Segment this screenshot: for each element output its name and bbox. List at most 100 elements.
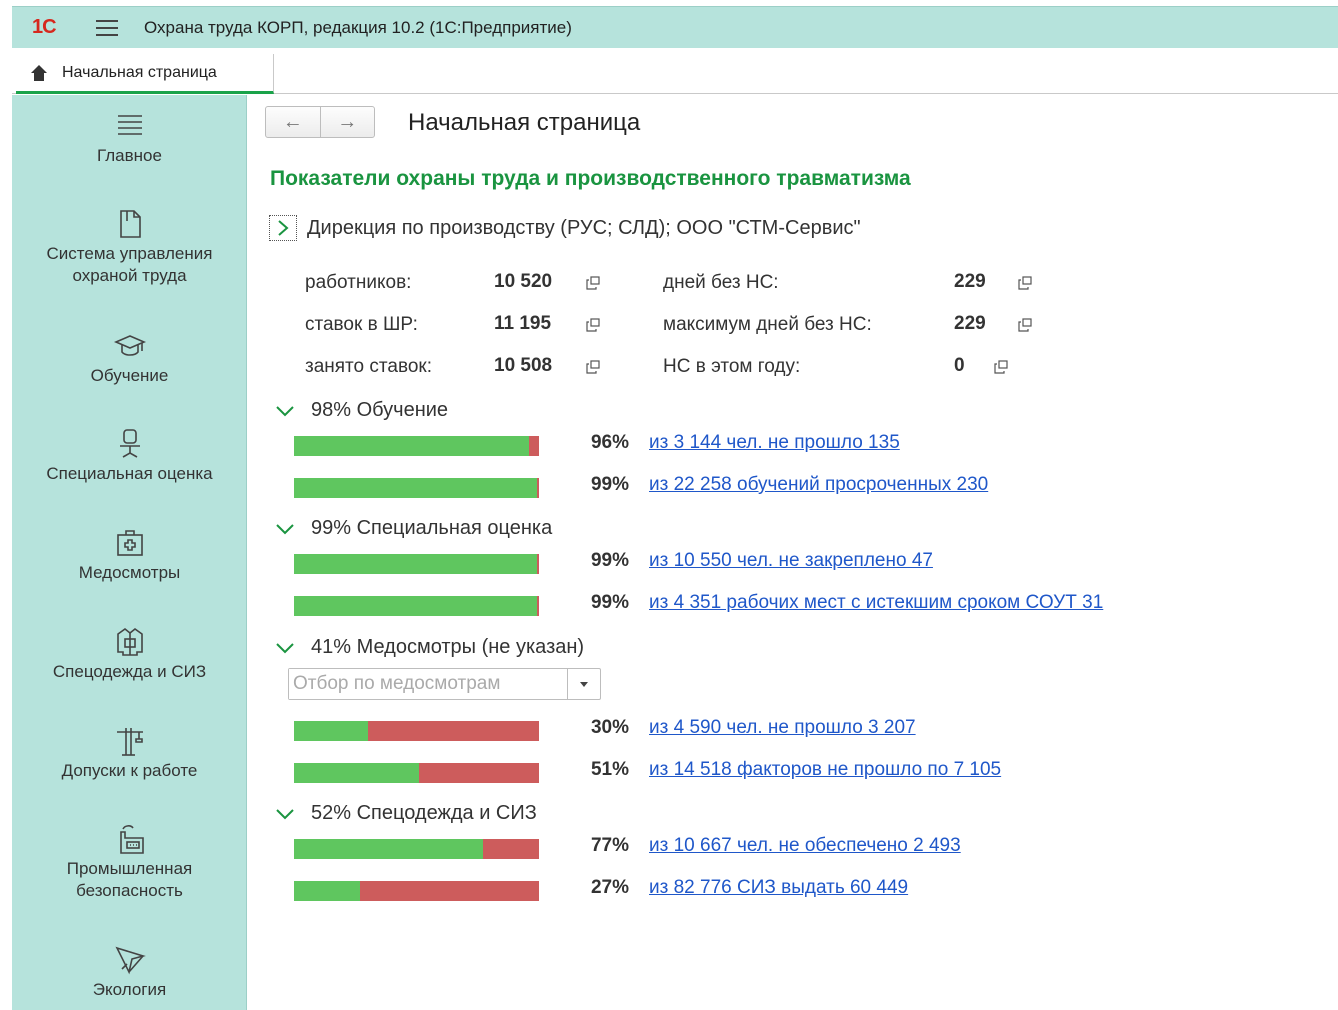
workwear-jacket-icon bbox=[116, 627, 143, 656]
open-link-icon[interactable] bbox=[585, 275, 601, 291]
sidebar-item-label: Главное bbox=[97, 146, 162, 165]
progress-bar bbox=[294, 839, 539, 859]
percent-value: 27% bbox=[590, 877, 629, 898]
group-title: 99% Специальная оценка bbox=[311, 517, 553, 539]
home-icon bbox=[30, 64, 48, 81]
progress-bar bbox=[294, 554, 539, 574]
sidebar-item-main[interactable]: Главное bbox=[12, 109, 247, 167]
progress-fill bbox=[294, 881, 361, 901]
open-link-icon[interactable] bbox=[1017, 317, 1033, 333]
sidebar-item-ohs-system[interactable]: Система управления охраной труда bbox=[12, 207, 247, 287]
indicator-link[interactable]: из 4 590 чел. не прошло 3 207 bbox=[649, 717, 916, 739]
indicator-link[interactable]: из 10 550 чел. не закреплено 47 bbox=[649, 550, 933, 572]
indicator-link[interactable]: из 14 518 факторов не прошло по 7 105 bbox=[649, 759, 1001, 781]
history-nav: ← → bbox=[265, 106, 375, 138]
crane-icon bbox=[116, 728, 143, 756]
sidebar-item-label: Промышленная безопасность bbox=[66, 859, 193, 900]
chevron-down-icon bbox=[276, 808, 294, 819]
sidebar-item-special-assessment[interactable]: Специальная оценка bbox=[12, 427, 247, 485]
app-logo: 1С bbox=[32, 16, 57, 38]
percent-value: 51% bbox=[590, 759, 629, 780]
main-content: ← → Начальная страница Показатели охраны… bbox=[247, 95, 1338, 1010]
chevron-right-icon[interactable] bbox=[269, 215, 297, 241]
sidebar-item-workwear[interactable]: Спецодежда и СИЗ bbox=[12, 625, 247, 683]
indicator-link[interactable]: из 22 258 обучений просроченных 230 bbox=[649, 474, 988, 496]
title-bar: 1С Охрана труда КОРП, редакция 10.2 (1С:… bbox=[12, 6, 1338, 48]
percent-value: 99% bbox=[590, 474, 629, 495]
open-link-icon[interactable] bbox=[585, 359, 601, 375]
percent-value: 99% bbox=[590, 550, 629, 571]
arrow-left-icon: ← bbox=[282, 110, 303, 133]
chevron-down-icon bbox=[276, 642, 294, 653]
open-link-icon[interactable] bbox=[1017, 275, 1033, 291]
section-title: Показатели охраны труда и производственн… bbox=[270, 167, 911, 190]
open-link-icon[interactable] bbox=[993, 359, 1009, 375]
stat-value-staff-units: 11 195 bbox=[494, 313, 552, 334]
sidebar-item-label: Допуски к работе bbox=[61, 761, 198, 780]
chevron-down-icon bbox=[276, 405, 294, 416]
document-icon bbox=[119, 210, 141, 238]
medical-filter-select[interactable] bbox=[288, 668, 601, 700]
sidebar-item-label: Спецодежда и СИЗ bbox=[52, 662, 207, 681]
stat-value-employees: 10 520 bbox=[494, 271, 553, 292]
sidebar-item-medical[interactable]: Медосмотры bbox=[12, 526, 247, 584]
lines-icon bbox=[117, 115, 142, 135]
tab-bar: Начальная страница bbox=[12, 48, 1338, 94]
progress-fill bbox=[294, 436, 530, 456]
hamburger-menu-icon[interactable] bbox=[96, 19, 118, 36]
group-header-workwear[interactable]: 52% Спецодежда и СИЗ bbox=[275, 802, 537, 825]
chevron-down-icon bbox=[276, 523, 294, 534]
sidebar-item-label: Обучение bbox=[90, 366, 169, 385]
progress-fill bbox=[294, 478, 537, 498]
group-header-special-assessment[interactable]: 99% Специальная оценка bbox=[275, 517, 552, 540]
factory-icon bbox=[119, 825, 144, 854]
medical-filter-input[interactable] bbox=[289, 669, 567, 699]
progress-fill bbox=[294, 596, 537, 616]
stat-label-max-days-without-accident: максимум дней без НС: bbox=[663, 314, 872, 335]
progress-bar bbox=[294, 763, 539, 783]
first-aid-kit-icon bbox=[116, 530, 143, 556]
percent-value: 96% bbox=[590, 432, 629, 453]
stat-label-employees: работников: bbox=[305, 272, 412, 293]
progress-bar bbox=[294, 881, 539, 901]
progress-fill bbox=[294, 839, 483, 859]
sidebar-item-work-permits[interactable]: Допуски к работе bbox=[12, 724, 247, 782]
indicator-link[interactable]: из 3 144 чел. не прошло 135 bbox=[649, 432, 900, 454]
group-header-medical[interactable]: 41% Медосмотры (не указан) bbox=[275, 636, 584, 659]
group-title: 52% Спецодежда и СИЗ bbox=[311, 802, 537, 824]
stat-value-max-days-without-accident: 229 bbox=[954, 313, 986, 334]
sidebar-item-industrial-safety[interactable]: Промышленная безопасность bbox=[12, 822, 247, 902]
progress-bar bbox=[294, 721, 539, 741]
dropdown-arrow-icon[interactable] bbox=[567, 669, 600, 699]
group-title: 98% Обучение bbox=[311, 399, 449, 421]
sidebar-item-label: Медосмотры bbox=[78, 563, 181, 582]
office-chair-icon bbox=[119, 429, 140, 458]
progress-bar bbox=[294, 596, 539, 616]
sidebar-item-label: Система управления охраной труда bbox=[46, 244, 213, 285]
percent-value: 77% bbox=[590, 835, 629, 856]
tab-home[interactable]: Начальная страница bbox=[16, 54, 274, 94]
back-button[interactable]: ← bbox=[266, 107, 320, 137]
organization-selector[interactable]: Дирекция по производству (РУС; СЛД); ООО… bbox=[269, 215, 861, 241]
sidebar-item-training[interactable]: Обучение bbox=[12, 329, 247, 387]
progress-fill bbox=[294, 554, 537, 574]
forward-button[interactable]: → bbox=[319, 107, 375, 137]
stat-value-occupied-units: 10 508 bbox=[494, 355, 553, 376]
sidebar-item-ecology[interactable]: Экология bbox=[12, 943, 247, 1001]
progress-fill bbox=[294, 721, 368, 741]
progress-fill bbox=[294, 763, 419, 783]
indicator-link[interactable]: из 4 351 рабочих мест с истекшим сроком … bbox=[649, 592, 1103, 614]
sidebar-item-label: Специальная оценка bbox=[46, 464, 213, 483]
stat-label-accidents-this-year: НС в этом году: bbox=[663, 356, 801, 377]
indicator-link[interactable]: из 82 776 СИЗ выдать 60 449 bbox=[649, 877, 908, 899]
page-title: Начальная страница bbox=[408, 109, 641, 136]
arrow-right-icon: → bbox=[337, 110, 358, 133]
organization-name: Дирекция по производству (РУС; СЛД); ООО… bbox=[307, 216, 861, 239]
indicator-link[interactable]: из 10 667 чел. не обеспечено 2 493 bbox=[649, 835, 961, 857]
group-header-training[interactable]: 98% Обучение bbox=[275, 399, 448, 422]
open-link-icon[interactable] bbox=[585, 317, 601, 333]
app-title: Охрана труда КОРП, редакция 10.2 (1С:Пре… bbox=[144, 17, 572, 37]
group-title: 41% Медосмотры (не указан) bbox=[311, 636, 585, 658]
percent-value: 30% bbox=[590, 717, 629, 738]
eco-plane-icon bbox=[114, 946, 146, 975]
